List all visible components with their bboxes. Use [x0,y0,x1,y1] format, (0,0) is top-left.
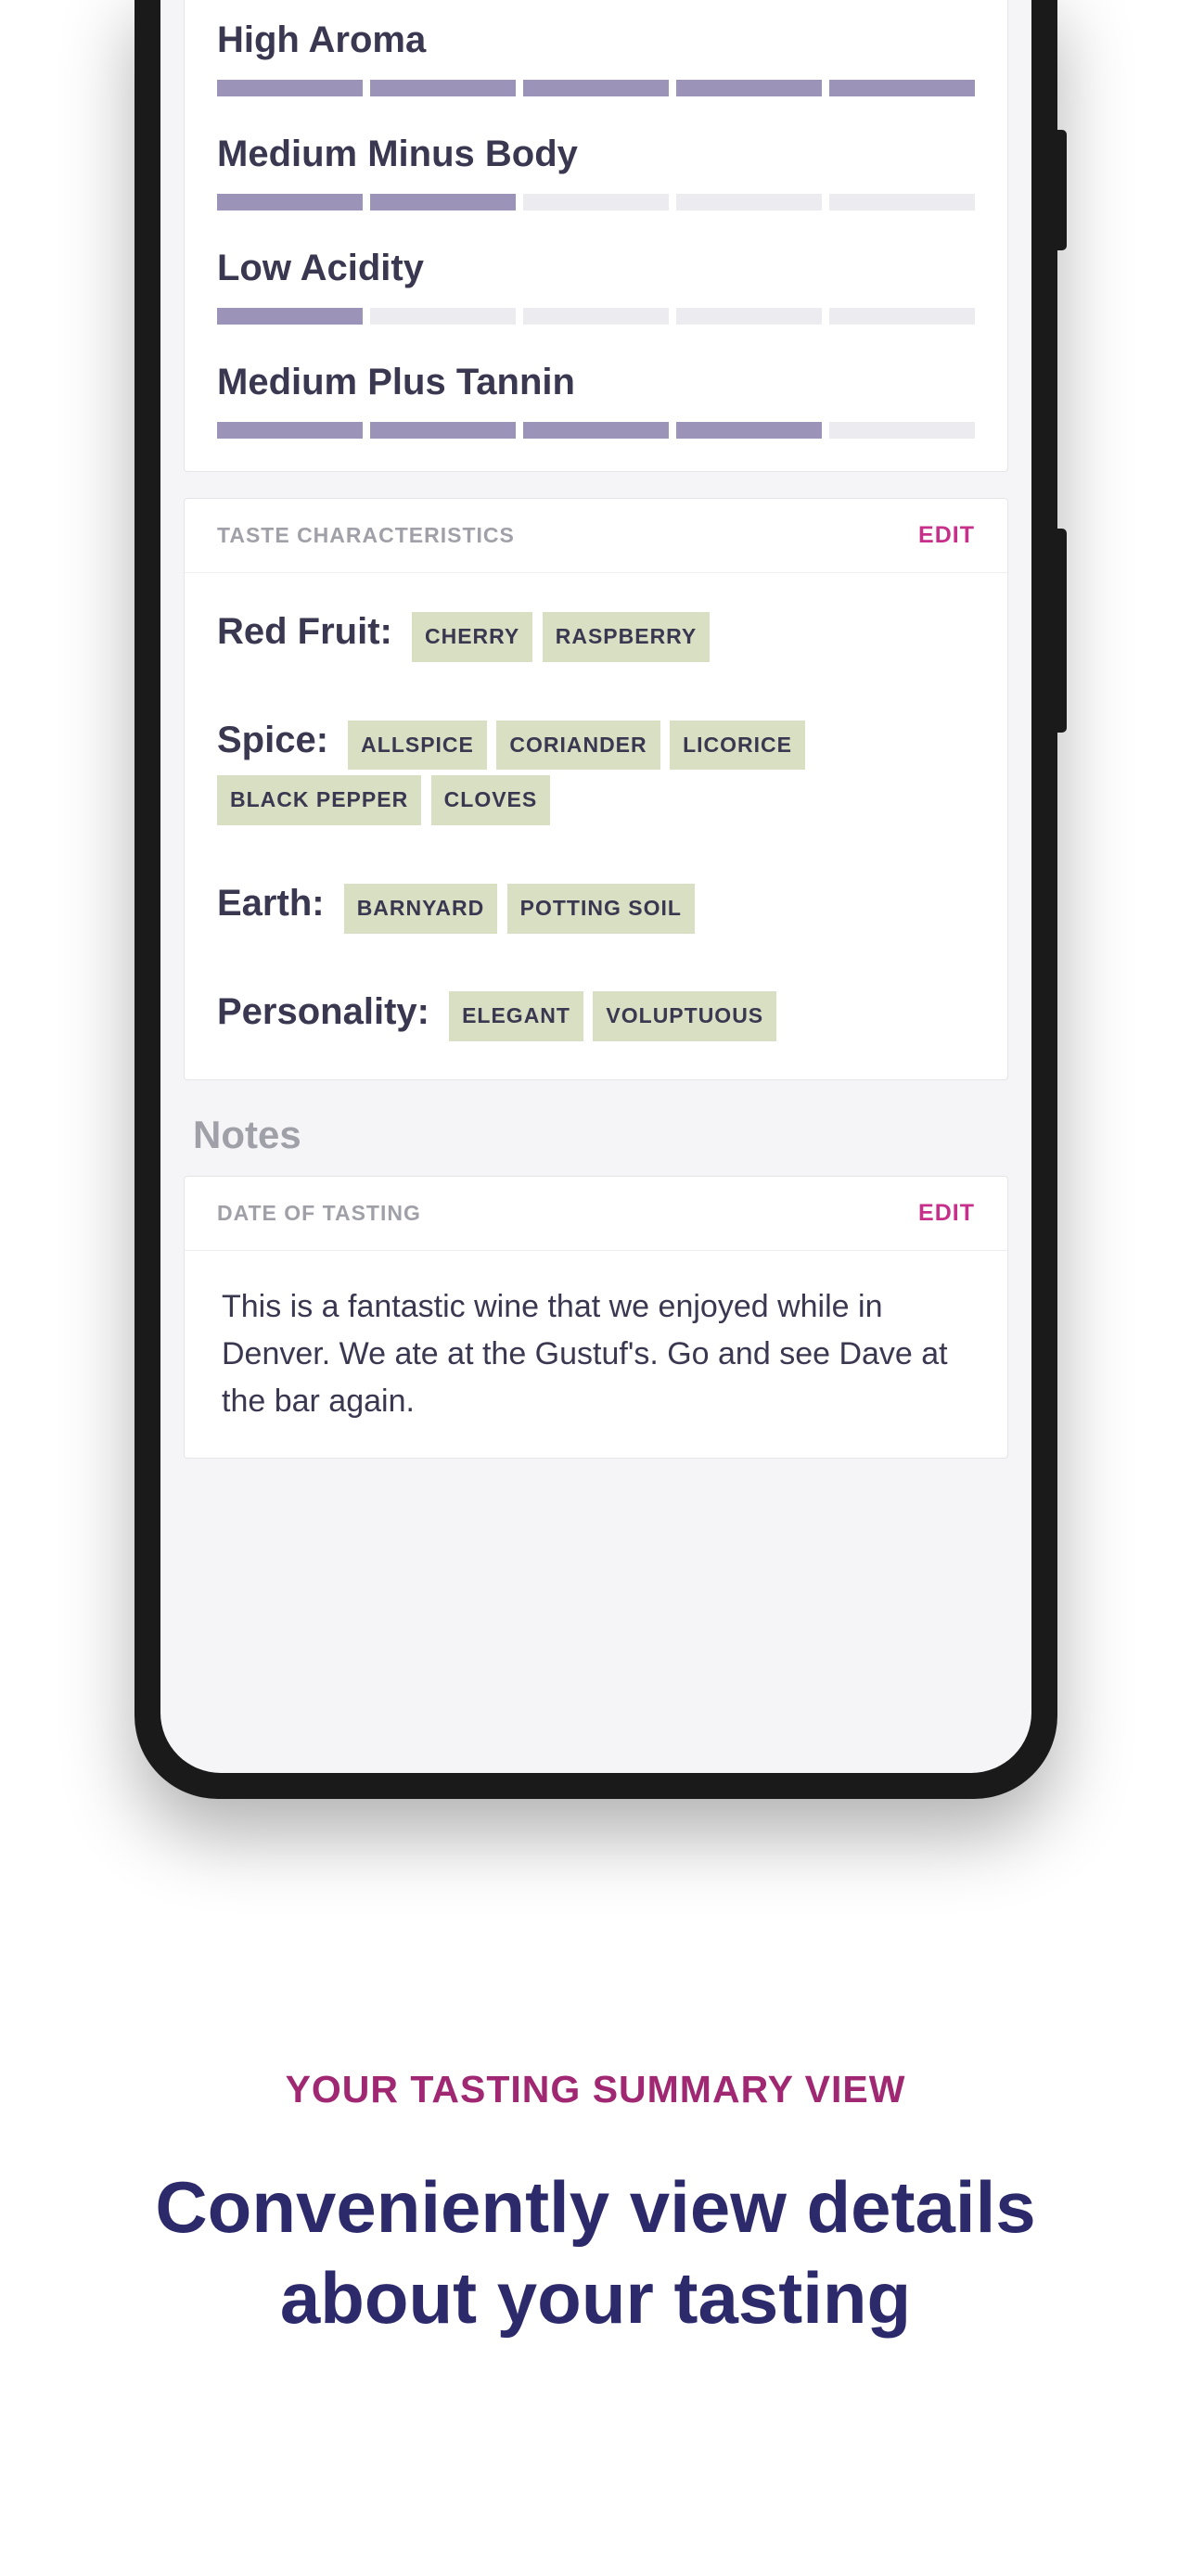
meter-segment [523,308,669,325]
meter-segment [676,194,822,210]
notes-card: DATE OF TASTING EDIT This is a fantastic… [184,1176,1008,1459]
app-screen: High Aroma Medium Minus Body Low Acidity Me… [160,0,1031,1773]
notes-card-header: DATE OF TASTING EDIT [185,1177,1007,1251]
meter-segment [217,308,363,325]
taste-tag: CLOVES [431,775,551,825]
meter-segment [217,422,363,439]
notes-header-label: DATE OF TASTING [217,1201,421,1226]
attribute-meter [217,308,975,325]
taste-row-label: Personality: [217,991,440,1032]
meter-segment [217,80,363,96]
meter-segment [829,422,975,439]
meter-segment [676,80,822,96]
attribute-row: High Aroma [217,19,975,96]
edit-notes-button[interactable]: EDIT [918,1200,975,1227]
phone-frame: High Aroma Medium Minus Body Low Acidity Me… [134,0,1057,1799]
meter-segment [829,308,975,325]
taste-row: Spice: ALLSPICE CORIANDER LICORICE BLACK… [217,705,975,831]
phone-side-button [1057,529,1067,733]
taste-tag: ELEGANT [449,991,583,1041]
taste-tag: POTTING SOIL [507,884,695,934]
notes-section-title: Notes [193,1113,1008,1157]
attribute-label: Medium Plus Tannin [217,362,975,403]
edit-taste-button[interactable]: EDIT [918,522,975,549]
meter-segment [217,194,363,210]
marketing-headline: Conveniently view details about your tas… [74,2162,1117,2343]
taste-row: Red Fruit: CHERRY RASPBERRY [217,596,975,668]
taste-card-header: TASTE CHARACTERISTICS EDIT [185,499,1007,573]
taste-tag: RASPBERRY [543,612,711,662]
taste-row: Personality: ELEGANT VOLUPTUOUS [217,976,975,1048]
meter-segment [676,308,822,325]
taste-tag: LICORICE [670,721,805,771]
taste-tag: CHERRY [412,612,532,662]
taste-row-label: Earth: [217,883,335,924]
taste-row: Earth: BARNYARD POTTING SOIL [217,868,975,939]
taste-tag: VOLUPTUOUS [593,991,776,1041]
meter-segment [523,80,669,96]
marketing-section: YOUR TASTING SUMMARY VIEW Conveniently v… [0,2068,1191,2343]
taste-tag: CORIANDER [496,721,660,771]
taste-tag: BARNYARD [344,884,498,934]
meter-segment [370,194,516,210]
phone-side-button [1057,130,1067,250]
taste-tag: BLACK PEPPER [217,775,421,825]
meter-segment [523,194,669,210]
taste-row-label: Spice: [217,720,339,760]
meter-segment [370,422,516,439]
attribute-row: Low Acidity [217,248,975,325]
attribute-meter [217,422,975,439]
notes-body-text: This is a fantastic wine that we enjoyed… [217,1274,975,1435]
attribute-label: High Aroma [217,19,975,61]
marketing-eyebrow: YOUR TASTING SUMMARY VIEW [74,2068,1117,2111]
attribute-row: Medium Plus Tannin [217,362,975,439]
attributes-card: High Aroma Medium Minus Body Low Acidity Me… [184,0,1008,472]
taste-tag: ALLSPICE [348,721,487,771]
meter-segment [829,194,975,210]
attribute-label: Medium Minus Body [217,134,975,175]
taste-row-label: Red Fruit: [217,611,403,652]
attribute-row: Medium Minus Body [217,134,975,210]
taste-header-label: TASTE CHARACTERISTICS [217,523,515,548]
attribute-label: Low Acidity [217,248,975,289]
meter-segment [370,308,516,325]
attribute-meter [217,194,975,210]
meter-segment [829,80,975,96]
taste-card: TASTE CHARACTERISTICS EDIT Red Fruit: CH… [184,498,1008,1080]
meter-segment [676,422,822,439]
attribute-meter [217,80,975,96]
meter-segment [370,80,516,96]
meter-segment [523,422,669,439]
